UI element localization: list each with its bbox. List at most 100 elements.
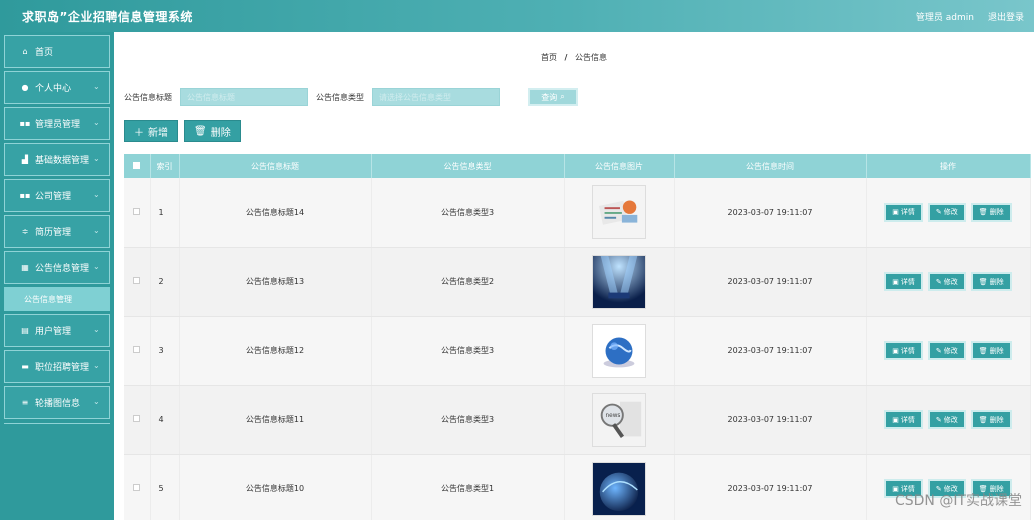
sidebar-item-label: 轮播图信息 [35,399,81,409]
delete-button[interactable]: 🗑 删除 [970,272,1012,291]
table-row: 3 公告信息标题12 公告信息类型3 2023-03-07 19:11:07 ▣ 详情 ✎ 修… [124,316,1031,386]
sidebar-item-carousel[interactable]: ≡ 轮播图信息 ⌄ [4,386,110,419]
table-row: 4 公告信息标题11 公告信息类型3 news 2023-03-07 19:11:07 ▣… [124,385,1031,455]
notice-image [592,323,646,378]
row-time: 2023-03-07 19:11:07 [674,454,867,520]
plus-icon: ＋ [134,127,144,139]
edit-button-label: 修改 [943,346,958,355]
chevron-down-icon: ⌄ [93,361,100,370]
table-row: 5 公告信息标题10 公告信息类型1 2023-03-07 19:11:07 ▣ 详情 ✎ 修… [124,454,1031,520]
detail-icon: ▣ [892,415,899,424]
edit-button[interactable]: ✎ 修改 [927,272,966,291]
edit-button[interactable]: ✎ 修改 [927,202,966,222]
breadcrumb-separator: / [564,53,568,62]
delete-button-label: 删除 [210,127,231,139]
notice-image: news [592,392,646,447]
row-actions: ▣ 详情 ✎ 修改 🗑 删除 [866,247,1031,317]
col-header-type: 公告信息类型 [371,154,565,178]
delete-button[interactable]: 🗑 删除 [970,341,1012,360]
delete-button[interactable]: 🗑 删除 [970,202,1012,222]
sidebar-item-basic-data[interactable]: ▟ 基础数据管理 ⌄ [4,143,110,176]
row-type: 公告信息类型3 [371,385,565,455]
edit-icon: ✎ [935,346,942,355]
edit-button-label: 修改 [943,277,958,286]
grid-icon: ▪▪ [19,191,31,200]
sidebar: ⌂ 首页 ● 个人中心 ⌄ ▪▪ 管理员管理 ⌄ ▟ 基础数据管理 ⌄ ▪▪ 公… [0,32,114,520]
query-button[interactable]: 查询 ⌕ [528,88,578,106]
delete-button[interactable]: 🗑 删除 [970,410,1012,429]
detail-button-label: 详情 [900,277,915,286]
title-search-input[interactable] [180,88,308,106]
sidebar-item-notice[interactable]: ▦ 公告信息管理 ⌄ [4,251,110,284]
row-checkbox[interactable] [133,415,141,422]
grid-icon: ▪▪ [19,119,31,128]
batch-delete-button[interactable]: 🗑 删除 [184,120,241,142]
row-type: 公告信息类型1 [371,454,565,520]
sidebar-item-jobs[interactable]: ▬ 职位招聘管理 ⌄ [4,350,110,383]
row-time: 2023-03-07 19:11:07 [674,178,867,248]
select-all-cell[interactable] [124,154,151,178]
row-type: 公告信息类型2 [371,247,565,317]
search-icon: ⌕ [560,92,565,101]
notice-image [592,461,646,516]
sidebar-item-label: 管理员管理 [35,120,81,130]
detail-icon: ▣ [892,208,899,217]
row-select-cell[interactable] [124,385,151,455]
row-select-cell[interactable] [124,247,151,317]
row-index: 5 [150,454,180,520]
header-user-area: 管理员 admin 退出登录 [916,10,1024,23]
detail-button-label: 详情 [900,208,915,217]
sidebar-item-admin[interactable]: ▪▪ 管理员管理 ⌄ [4,107,110,140]
detail-button[interactable]: ▣ 详情 [884,272,923,291]
breadcrumb-home[interactable]: 首页 [541,53,557,62]
list-icon: ▦ [21,263,29,272]
edit-icon: ✎ [935,415,942,424]
chevron-down-icon: ⌄ [93,82,100,91]
chart-icon: ▟ [21,155,29,164]
sidebar-item-users[interactable]: ▤ 用户管理 ⌄ [4,314,110,347]
sidebar-subitem-notice-manage[interactable]: 公告信息管理 [4,287,110,311]
row-image-cell [564,454,675,520]
detail-button[interactable]: ▣ 详情 [884,410,923,429]
type-select[interactable] [372,88,500,106]
row-image-cell [564,316,675,386]
row-index: 3 [150,316,180,386]
row-checkbox[interactable] [133,277,141,284]
edit-button[interactable]: ✎ 修改 [927,341,966,360]
row-time: 2023-03-07 19:11:07 [674,316,867,386]
detail-button-label: 详情 [900,346,915,355]
query-button-label: 查询 [541,92,558,102]
chevron-down-icon: ⌄ [93,118,100,127]
logout-link[interactable]: 退出登录 [988,10,1024,23]
detail-button[interactable]: ▣ 详情 [884,202,923,222]
row-title: 公告信息标题10 [179,454,372,520]
sidebar-item-label: 首页 [35,48,54,58]
sidebar-item-resume[interactable]: ≑ 简历管理 ⌄ [4,215,110,248]
row-select-cell[interactable] [124,178,151,248]
row-select-cell[interactable] [124,316,151,386]
row-checkbox[interactable] [133,207,141,215]
edit-button[interactable]: ✎ 修改 [927,410,966,429]
row-type: 公告信息类型3 [371,316,565,386]
col-header-title: 公告信息标题 [179,154,372,178]
detail-button[interactable]: ▣ 详情 [884,341,923,360]
sidebar-item-company[interactable]: ▪▪ 公司管理 ⌄ [4,179,110,212]
chevron-down-icon: ⌄ [93,226,100,235]
select-all-checkbox[interactable] [133,161,141,169]
app-title: 求职岛”企业招聘信息管理系统 [22,9,193,24]
row-select-cell[interactable] [124,454,151,520]
row-checkbox[interactable] [133,484,141,491]
action-bar: ＋ 新增 🗑 删除 [124,120,241,142]
home-icon: ⌂ [22,47,28,56]
notice-image [592,185,646,240]
notice-image [592,254,646,309]
trash-icon: 🗑 [978,415,988,424]
row-actions: ▣ 详情 ✎ 修改 🗑 删除 [866,454,1031,520]
add-button[interactable]: ＋ 新增 [124,120,178,142]
row-title: 公告信息标题11 [179,385,372,455]
sidebar-item-label: 职位招聘管理 [35,363,90,373]
sidebar-item-profile[interactable]: ● 个人中心 ⌄ [4,71,110,104]
trash-icon: 🗑 [978,208,988,217]
row-checkbox[interactable] [133,346,141,353]
sidebar-item-home[interactable]: ⌂ 首页 [4,35,110,68]
